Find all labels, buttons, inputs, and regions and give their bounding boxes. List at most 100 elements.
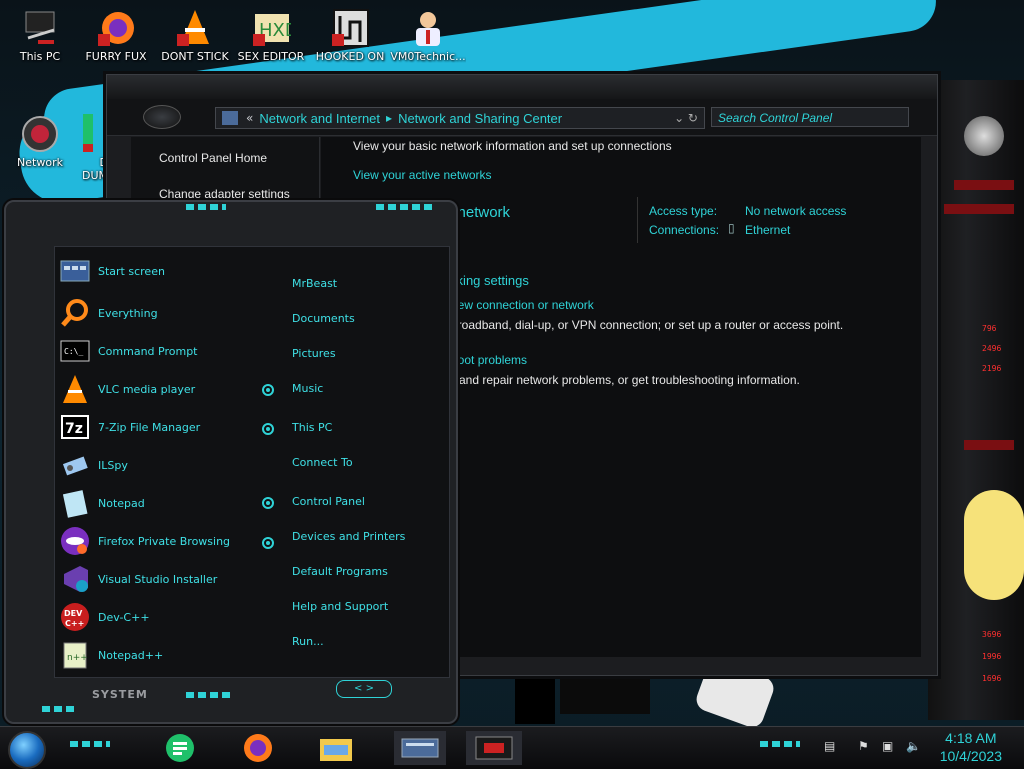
start-button[interactable]	[8, 731, 46, 769]
pinned-label: Everything	[98, 306, 158, 320]
pinned-label: Firefox Private Browsing	[98, 534, 231, 548]
back-forward-icon[interactable]	[143, 105, 181, 129]
taskbar-app-control-panel[interactable]	[394, 731, 446, 765]
pinned-start-screen[interactable]: Start screen	[60, 256, 165, 286]
pinned-vs-installer[interactable]: Visual Studio Installer	[60, 564, 217, 594]
pinned-label: VLC media player	[98, 382, 196, 396]
app-icon	[81, 114, 95, 154]
flag-icon[interactable]: ⚑	[858, 739, 872, 753]
place-help-support[interactable]: Help and Support	[292, 600, 388, 613]
hud-readout: 2196	[982, 364, 1002, 373]
place-this-pc[interactable]: This PC	[292, 421, 332, 434]
pinned-notepadpp[interactable]: n++ Notepad++	[60, 640, 163, 670]
hud-red-bar	[944, 204, 1014, 214]
cmd-icon: C:\_	[60, 336, 90, 366]
address-bar[interactable]: « Network and Internet ▸ Network and Sha…	[215, 107, 705, 129]
place-default-programs[interactable]: Default Programs	[292, 565, 388, 578]
submenu-icon[interactable]	[262, 423, 274, 435]
pinned-everything[interactable]: Everything	[60, 298, 158, 328]
breadcrumb-network-internet[interactable]: Network and Internet	[255, 111, 384, 126]
maze-icon	[330, 8, 370, 48]
frame-accent	[186, 692, 230, 698]
tray-handle-icon[interactable]: ▤	[824, 739, 838, 753]
access-type-label: Access type:	[649, 204, 718, 218]
volume-icon[interactable]: 🔈	[906, 739, 921, 753]
devcpp-icon: DEV C++	[60, 602, 90, 632]
place-music[interactable]: Music	[292, 382, 323, 395]
desktop-icon-d[interactable]: D DUM	[68, 110, 108, 182]
troubleshoot-desc: e and repair network problems, or get tr…	[449, 373, 800, 387]
troubleshoot-link[interactable]: hoot problems	[451, 353, 527, 367]
frame-accent	[70, 741, 110, 747]
desktop-icon-furry-fux[interactable]: FURRY FUX	[78, 4, 154, 63]
place-mrbeast[interactable]: MrBeast	[292, 277, 337, 290]
place-pictures[interactable]: Pictures	[292, 347, 336, 360]
window-titlebar[interactable]	[107, 75, 937, 100]
breadcrumb-network-sharing-center[interactable]: Network and Sharing Center	[394, 111, 566, 126]
place-documents[interactable]: Documents	[292, 312, 355, 325]
search-input[interactable]: Search Control Panel	[711, 107, 909, 127]
hud-readout: 2496	[982, 344, 1002, 353]
desktop-icon-label: Network	[17, 156, 63, 169]
pinned-firefox-private[interactable]: Firefox Private Browsing	[60, 526, 230, 556]
window-toolbar: « Network and Internet ▸ Network and Sha…	[107, 99, 937, 136]
access-type-value: No network access	[745, 204, 847, 218]
taskbar-app-explorer[interactable]	[316, 731, 356, 765]
desktop-icon-vm0technic[interactable]: VM0Technic...	[390, 4, 466, 63]
system-clock[interactable]: 4:18 AM 10/4/2023	[940, 729, 1002, 765]
hud-red-bar	[954, 180, 1014, 190]
chevron-right-icon[interactable]: ▸	[384, 111, 394, 125]
pinned-ilspy[interactable]: ILSpy	[60, 450, 128, 480]
ethernet-link[interactable]: Ethernet	[745, 223, 790, 237]
place-control-panel[interactable]: Control Panel	[292, 495, 365, 508]
submenu-icon[interactable]	[262, 537, 274, 549]
desktop-icon-hooked-on[interactable]: HOOKED ON	[312, 4, 388, 63]
start-nav-arrows[interactable]: < >	[336, 680, 392, 698]
breadcrumb-overflow-icon[interactable]: «	[244, 111, 255, 125]
place-devices-printers[interactable]: Devices and Printers	[292, 530, 405, 543]
system-label: SYSTEM	[92, 688, 148, 701]
desktop-icon-label: This PC	[19, 50, 61, 63]
desktop-icon-network[interactable]: Network	[2, 110, 78, 169]
doctor-icon	[408, 8, 448, 48]
pinned-devcpp[interactable]: DEV C++ Dev-C++	[60, 602, 150, 632]
clock-date: 10/4/2023	[939, 748, 1002, 764]
sidebar-item-change-adapter-settings[interactable]: Change adapter settings	[159, 187, 290, 201]
search-icon	[60, 298, 90, 328]
svg-text:DEV: DEV	[64, 609, 83, 618]
pinned-command-prompt[interactable]: C:\_ Command Prompt	[60, 336, 198, 366]
network-icon	[20, 114, 60, 154]
active-networks-heading: View your active networks	[353, 168, 492, 182]
taskbar-app-notes[interactable]	[160, 731, 200, 765]
vlc-icon	[60, 374, 90, 404]
taskbar: ▤ ⚑ ▣ 🔈 4:18 AM 10/4/2023	[0, 726, 1024, 769]
pinned-notepad[interactable]: Notepad	[60, 488, 145, 518]
sidebar-item-control-panel-home[interactable]: Control Panel Home	[159, 151, 267, 165]
divider	[637, 197, 638, 243]
hud-readout: 3696	[982, 630, 1002, 639]
submenu-icon[interactable]	[262, 497, 274, 509]
place-connect-to[interactable]: Connect To	[292, 456, 353, 469]
desktop-icon-label: D	[99, 156, 108, 169]
pinned-label: Dev-C++	[98, 610, 150, 624]
place-run[interactable]: Run...	[292, 635, 324, 648]
setup-connection-link[interactable]: new connection or network	[451, 298, 594, 312]
ilspy-icon	[60, 450, 90, 480]
pinned-7zip[interactable]: 7z 7-Zip File Manager	[60, 412, 200, 442]
svg-text:7z: 7z	[65, 421, 83, 437]
taskbar-app-firefox[interactable]	[238, 731, 278, 765]
pinned-vlc[interactable]: VLC media player	[60, 374, 195, 404]
pinned-label: Start screen	[98, 264, 165, 278]
desktop-icon-dont-stick[interactable]: DONT STICK	[157, 4, 233, 63]
desktop-icon-sex-editor[interactable]: HXD SEX EDITOR	[233, 4, 309, 63]
network-status-icon[interactable]: ▣	[882, 739, 896, 753]
start-screen-icon	[60, 256, 90, 286]
submenu-icon[interactable]	[262, 384, 274, 396]
alien-logo-icon	[964, 116, 1004, 156]
start-menu: Start screen Everything C:\_ Command Pro…	[4, 200, 458, 724]
taskbar-app-running[interactable]	[466, 731, 522, 765]
desktop-icon-this-pc[interactable]: This PC	[2, 4, 78, 63]
dropdown-refresh-icon[interactable]: ⌄ ↻	[674, 111, 704, 125]
notepadpp-icon: n++	[60, 640, 90, 670]
pc-icon	[20, 8, 60, 48]
